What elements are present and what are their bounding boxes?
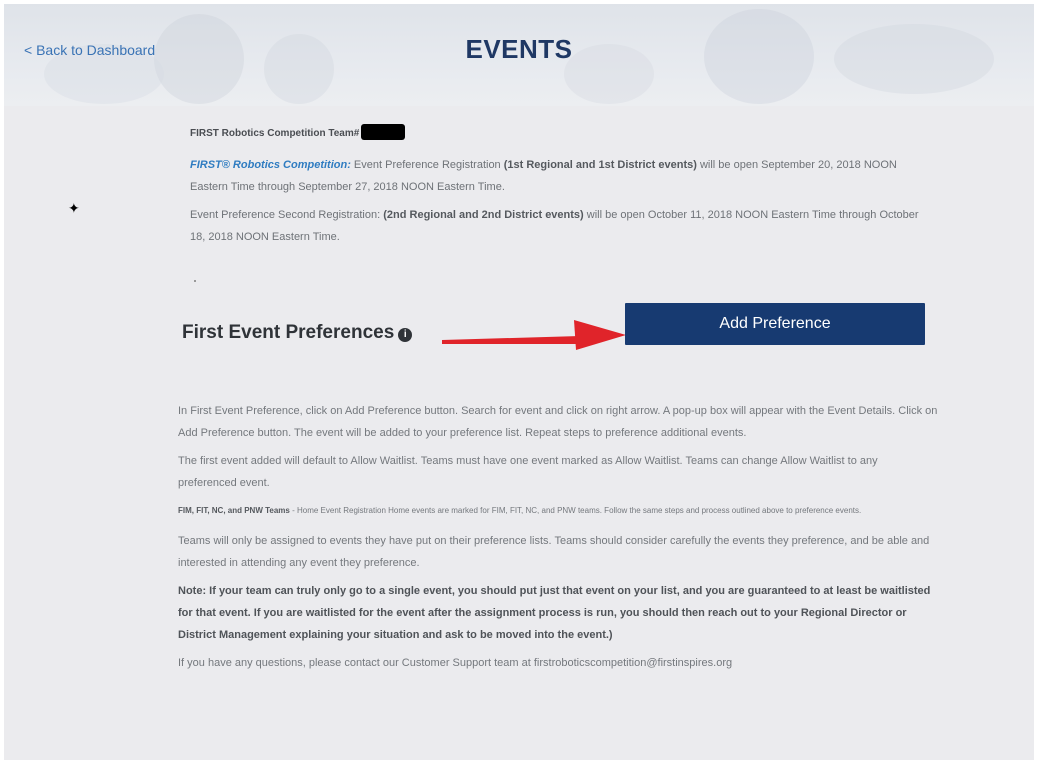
registration-paragraph-1: FIRST® Robotics Competition: Event Prefe… bbox=[190, 159, 897, 193]
intro-section: FIRST Robotics Competition Team# FIRST® … bbox=[190, 124, 930, 254]
instruction-paragraph: In First Event Preference, click on Add … bbox=[178, 405, 938, 439]
frc-program-link[interactable]: FIRST® Robotics Competition: bbox=[190, 159, 351, 171]
mouse-cursor-icon: ✦ bbox=[68, 200, 80, 216]
page-frame: < Back to Dashboard EVENTS ✦ FIRST Robot… bbox=[4, 4, 1034, 760]
first-event-preferences-title: First Event Preferences i bbox=[182, 322, 413, 344]
instructions-section: In First Event Preference, click on Add … bbox=[178, 400, 938, 680]
separator-dot bbox=[194, 280, 196, 282]
add-preference-button[interactable]: Add Preference bbox=[625, 303, 925, 345]
registration-paragraph-2: Event Preference Second Registration: (2… bbox=[190, 209, 919, 243]
instruction-paragraph: The first event added will default to Al… bbox=[178, 455, 878, 489]
contact-paragraph: If you have any questions, please contac… bbox=[178, 657, 733, 669]
header-banner: < Back to Dashboard EVENTS bbox=[4, 4, 1034, 106]
redacted-team-number bbox=[361, 124, 406, 140]
red-arrow-annotation bbox=[442, 320, 626, 350]
info-icon[interactable]: i bbox=[398, 328, 413, 342]
instruction-paragraph: Teams will only be assigned to events th… bbox=[178, 535, 930, 569]
page-title: EVENTS bbox=[465, 34, 573, 64]
single-event-note: Note: If your team can truly only go to … bbox=[178, 585, 931, 641]
team-number-line: FIRST Robotics Competition Team# bbox=[190, 124, 930, 140]
home-event-note: FIM, FIT, NC, and PNW Teams - Home Event… bbox=[178, 506, 862, 515]
